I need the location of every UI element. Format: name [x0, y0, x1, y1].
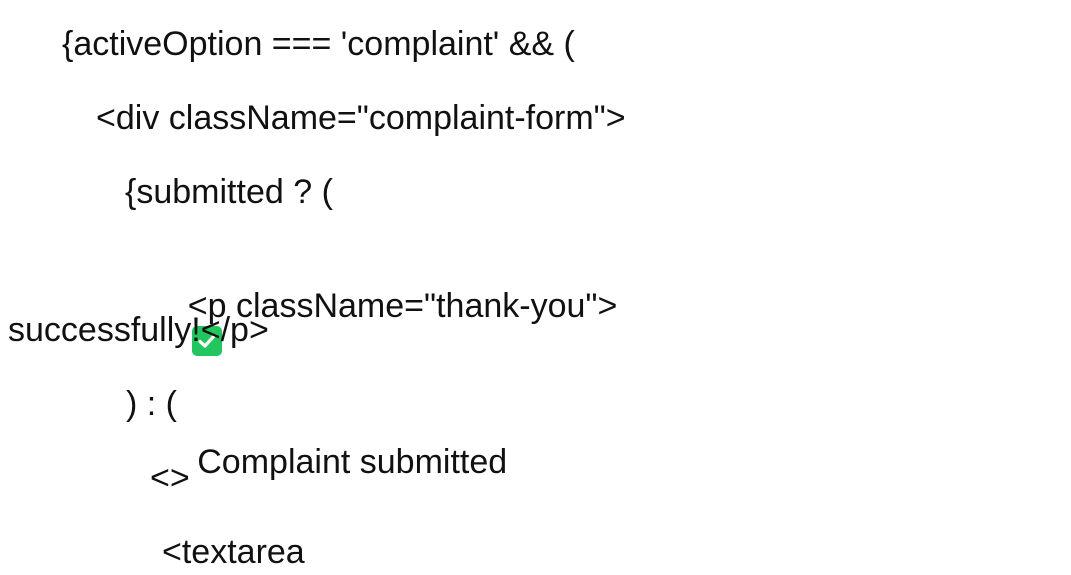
- code-line-6: ) : (: [126, 385, 177, 423]
- code-line-3: {submitted ? (: [125, 173, 333, 211]
- code-line-7: <>: [150, 459, 190, 497]
- code-line-2: <div className="complaint-form">: [96, 99, 626, 137]
- code-snippet-document: {activeOption === 'complaint' && ( <div …: [0, 0, 1071, 575]
- code-line-4-end: Complaint submitted: [187, 443, 508, 481]
- code-line-4: <p className="thank-you"> Complaint subm…: [150, 246, 618, 522]
- code-line-8: <textarea: [162, 533, 305, 571]
- code-line-1: {activeOption === 'complaint' && (: [62, 25, 575, 63]
- code-line-5: successfully!</p>: [8, 311, 269, 349]
